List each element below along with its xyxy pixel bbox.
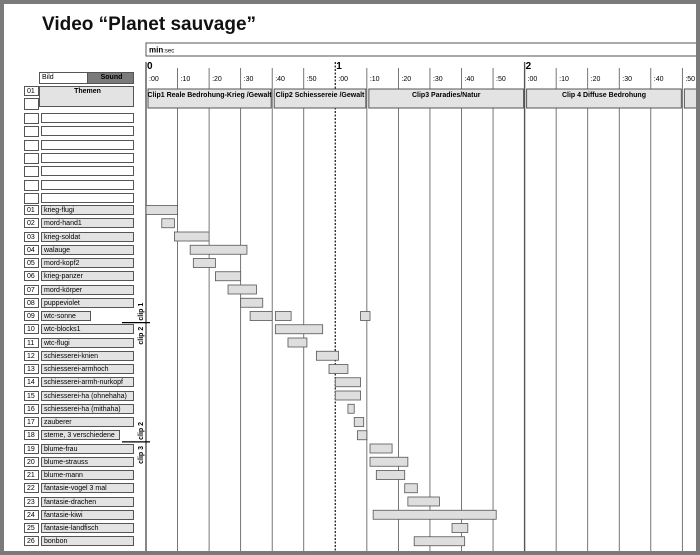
timeline-bar <box>189 244 248 255</box>
timeline-bar <box>356 430 368 441</box>
timeline-svg: min:sec 0 1 2 :00 :10 :20 :30 :40 :50 :00 :10 :20 :30… <box>122 42 696 551</box>
timeline-bar <box>347 403 355 414</box>
timeline-bar <box>334 390 361 401</box>
clip-header-label: Clip3 Paradies/Natur <box>412 92 481 99</box>
timeline-bar <box>328 364 349 374</box>
timeline-bar <box>173 231 210 242</box>
timeline-bar <box>274 324 324 335</box>
axis-unit-sub: :sec <box>163 49 174 55</box>
tick-label: :30 <box>622 76 632 83</box>
clip-marker-label: clip 2 <box>138 422 145 440</box>
tick-label: :50 <box>685 76 695 83</box>
timeline-bar <box>227 284 257 295</box>
axis-unit-main: min <box>149 46 163 55</box>
tick-label: :10 <box>370 76 380 83</box>
tick-label: :00 <box>149 76 159 83</box>
clip-header-label: Clip2 Schiessereie /Gewalt <box>276 92 365 99</box>
tick-label: :20 <box>591 76 601 83</box>
timeline-bar <box>353 417 365 427</box>
minute-label: 2 <box>526 61 532 72</box>
tick-label: :50 <box>496 76 506 83</box>
tick-label: :30 <box>244 76 254 83</box>
tick-label: :20 <box>401 76 411 83</box>
tick-label: :10 <box>559 76 569 83</box>
tick-label: :00 <box>528 76 538 83</box>
tick-label: :00 <box>338 76 348 83</box>
minute-label: 0 <box>147 61 153 72</box>
minute-label: 1 <box>336 61 342 72</box>
timeline-bar <box>375 470 406 480</box>
timeline-bar <box>287 337 308 348</box>
timeline-bar <box>360 311 371 321</box>
clip-header-label: Clip1 Reale Bedrohung-Krieg /Gewalt <box>148 92 273 99</box>
timeline-bar <box>240 297 264 308</box>
timeline-bar <box>369 443 393 454</box>
timeline-bar <box>315 350 339 361</box>
tick-label: :40 <box>275 76 285 83</box>
tick-label: :40 <box>465 76 475 83</box>
clip-marker-label: clip 3 <box>138 446 145 464</box>
timeline-bar <box>369 456 409 467</box>
clip-marker-label: clip 1 <box>138 303 145 321</box>
timeline-bar <box>407 496 440 507</box>
timeline-bar <box>372 509 497 520</box>
clip-header-box <box>683 88 696 109</box>
timeline-bar <box>215 271 242 282</box>
tick-label: :20 <box>212 76 222 83</box>
timeline-bar <box>192 258 216 268</box>
axis-unit-bar <box>145 42 696 57</box>
timeline-bar <box>161 218 175 229</box>
timeline-bar <box>249 311 273 321</box>
clip-header-label: Clip 4 Diffuse Bedrohung <box>562 92 646 99</box>
clip-marker-label: clip 2 <box>138 327 145 345</box>
tick-label: :50 <box>307 76 317 83</box>
document-frame: Video “Planet sauvage” Bild Sound 01 Themen… <box>0 0 700 555</box>
tick-label: :10 <box>181 76 191 83</box>
tick-label: :40 <box>654 76 664 83</box>
timeline-bar <box>413 536 466 547</box>
tick-label: :30 <box>433 76 443 83</box>
timeline-bar <box>274 311 292 321</box>
timeline-bar <box>145 205 178 215</box>
timeline-bar <box>451 523 469 533</box>
timeline-bar <box>334 377 361 388</box>
timeline-bar <box>404 483 418 494</box>
